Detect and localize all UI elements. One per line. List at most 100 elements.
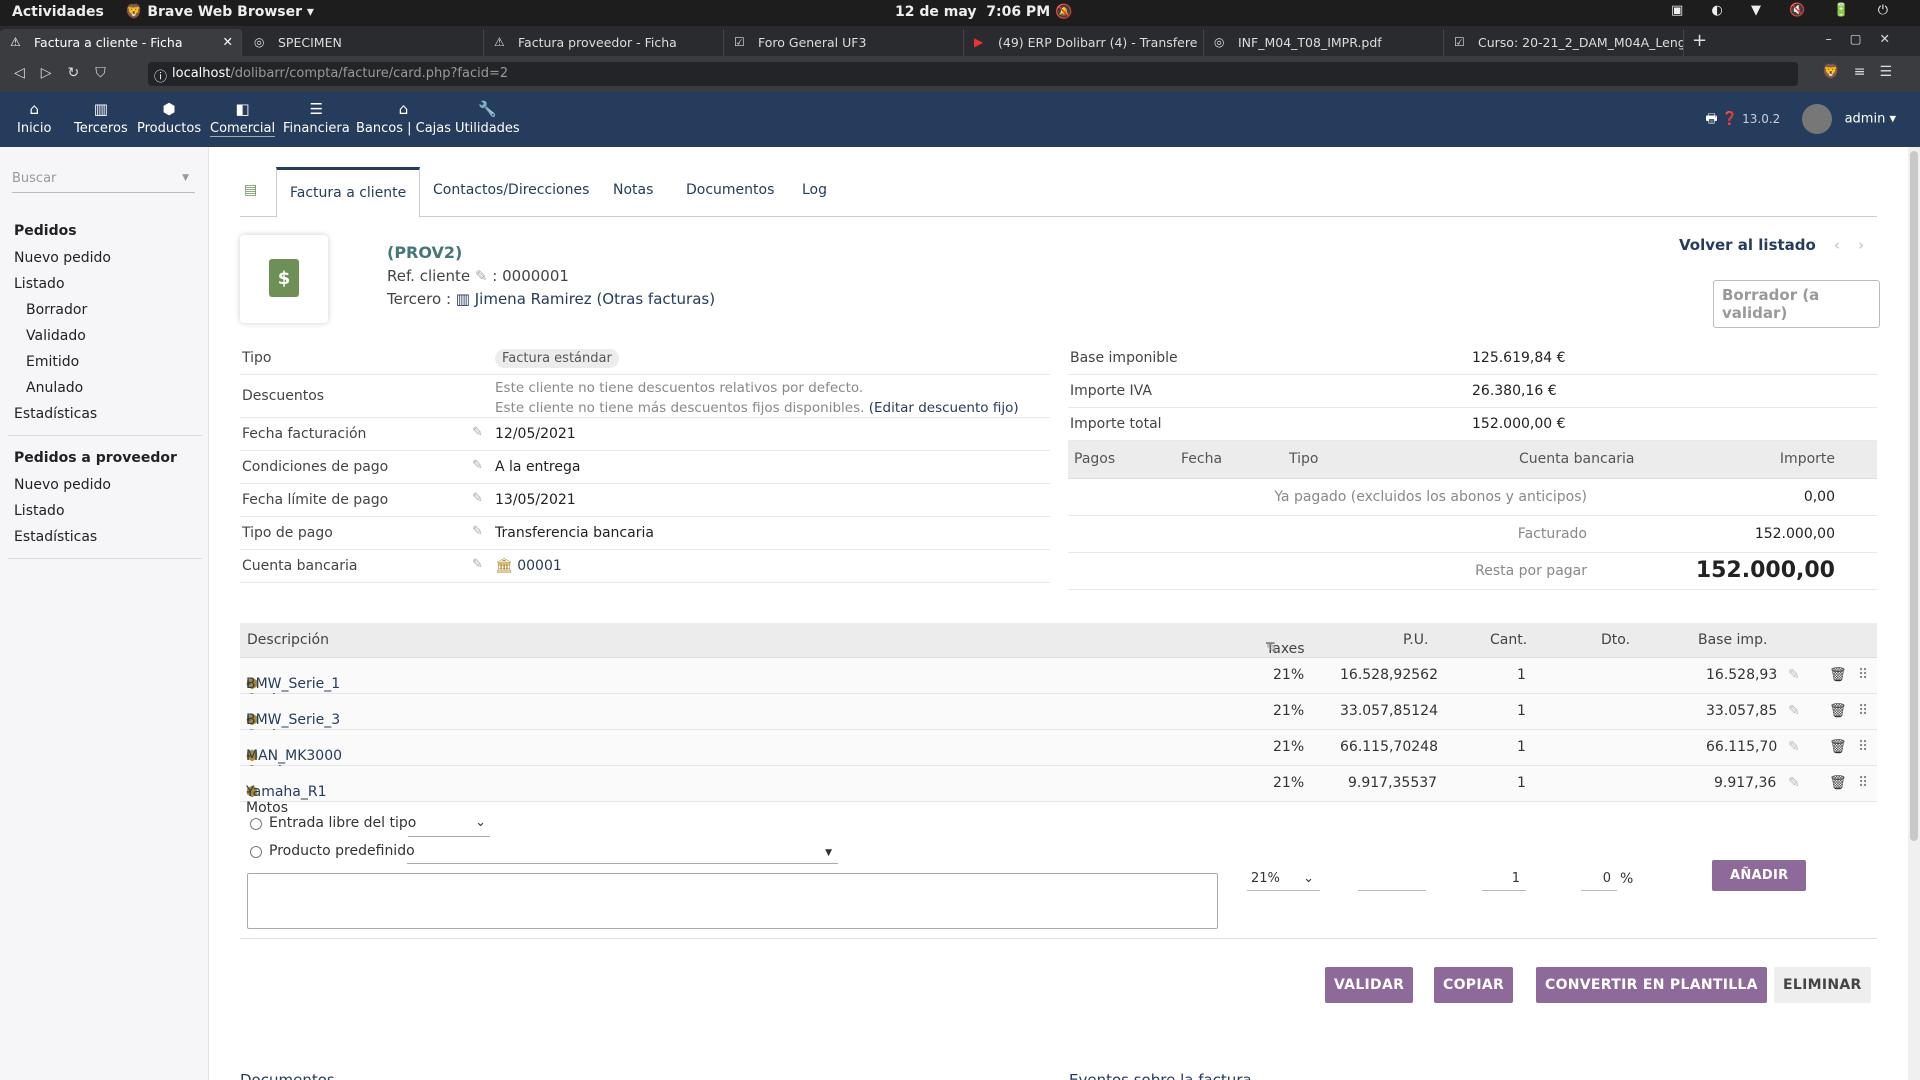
sidebar-item-anulado[interactable]: Anulado — [26, 380, 83, 396]
url-field[interactable]: ⓘ localhost/dolibarr/compta/facture/card… — [148, 62, 1798, 86]
pencil-icon[interactable]: ✎ — [475, 267, 488, 285]
tab-notas[interactable]: Notas — [613, 182, 653, 198]
tab-contactos[interactable]: Contactos/Direcciones — [433, 182, 589, 198]
menu-terceros[interactable]: ▥ Terceros — [74, 100, 128, 136]
tab-factura[interactable]: Factura a cliente — [276, 167, 421, 218]
user-menu[interactable]: admin — [1845, 112, 1886, 127]
pu-input[interactable] — [1358, 867, 1426, 891]
menu-utilidades[interactable]: 🔧 Utilidades — [455, 100, 520, 136]
browser-toolbar-icons[interactable]: 🦁≡☰ — [1822, 64, 1906, 80]
sidebar-item-estadisticas[interactable]: Estadísticas — [14, 406, 97, 422]
sidebar-heading-pedidos-proveedor[interactable]: Pedidos a proveedor — [14, 450, 177, 466]
pencil-icon[interactable]: ✎ — [1788, 703, 1800, 719]
drag-handle-icon[interactable]: ⠿ — [1858, 667, 1868, 683]
field-label: Tipo — [242, 350, 272, 366]
line-pu: 66.115,70248 — [1340, 739, 1438, 755]
browser-tab[interactable]: ◎ INF_M04_T08_IMPR.pdf — [1204, 29, 1444, 56]
sidebar-item-validado[interactable]: Validado — [26, 328, 86, 344]
sidebar-heading-pedidos[interactable]: Pedidos — [14, 223, 77, 239]
browser-tab[interactable]: ⚠ Factura a cliente - Ficha ✕ — [0, 29, 242, 56]
menu-financiera[interactable]: ☰ Financiera — [283, 100, 350, 136]
page-scrollbar[interactable] — [1908, 147, 1920, 1080]
activities-button[interactable]: Actividades — [12, 4, 104, 20]
help-icon[interactable]: ❓ — [1722, 112, 1738, 127]
volver-link[interactable]: Volver al listado — [1679, 236, 1816, 254]
info-icon[interactable]: ⓘ — [154, 66, 167, 85]
window-controls[interactable]: –▢✕ — [1825, 31, 1908, 46]
tercero-link[interactable]: Jimena Ramirez — [475, 290, 592, 308]
chevron-right-icon[interactable]: › — [1858, 236, 1864, 254]
browser-tab[interactable]: ▶ (49) ERP Dolibarr (4) - Transfere — [964, 29, 1204, 56]
building-icon: ▥ — [455, 290, 470, 308]
cuenta-link[interactable]: 00001 — [517, 558, 562, 574]
pencil-icon[interactable]: ✎ — [472, 425, 483, 440]
nav-buttons[interactable]: ◁▷↻⛉ — [14, 65, 122, 81]
browser-tab[interactable]: ⚠ Factura proveedor - Ficha — [484, 29, 724, 56]
close-icon[interactable]: ✕ — [223, 34, 233, 49]
sidebar-item-borrador[interactable]: Borrador — [26, 302, 87, 318]
avatar[interactable] — [1802, 104, 1833, 134]
free-entry-radio[interactable] — [250, 818, 262, 830]
eventos-section-title[interactable]: Eventos sobre la factura — [1069, 1071, 1252, 1080]
discount-input[interactable]: 0 — [1581, 867, 1617, 891]
convertir-plantilla-button[interactable]: CONVERTIR EN PLANTILLA — [1536, 967, 1767, 1003]
pencil-icon[interactable]: ✎ — [1788, 775, 1800, 791]
pencil-icon[interactable]: ✎ — [472, 458, 483, 473]
menu-comercial[interactable]: ◧ Comercial — [210, 100, 276, 137]
documentos-section-title[interactable]: Documentos — [240, 1071, 335, 1080]
trash-icon[interactable]: 🗑 — [1829, 739, 1847, 755]
sidebar-item-nuevo-pedido[interactable]: Nuevo pedido — [14, 477, 111, 493]
menu-productos[interactable]: ⬢ Productos — [137, 100, 201, 136]
menu-inicio[interactable]: ⌂ Inicio — [17, 100, 51, 136]
add-line-button[interactable]: AÑADIR — [1712, 860, 1807, 891]
validar-button[interactable]: VALIDAR — [1325, 967, 1414, 1003]
tab-log[interactable]: Log — [802, 182, 827, 198]
ref-cliente-value: : 0000001 — [492, 267, 569, 285]
drag-handle-icon[interactable]: ⠿ — [1858, 775, 1868, 791]
app-menu[interactable]: 🦁 Brave Web Browser ▾ — [125, 4, 314, 20]
pencil-icon[interactable]: ✎ — [472, 557, 483, 572]
menu-bancos[interactable]: ⌂ Bancos | Cajas — [356, 100, 451, 136]
sidebar-item-estadisticas[interactable]: Estadísticas — [14, 529, 97, 545]
search-select[interactable]: Buscar ▼ — [12, 171, 195, 193]
trash-icon[interactable]: 🗑 — [1829, 775, 1847, 791]
pencil-icon[interactable]: ✎ — [472, 524, 483, 539]
chevron-left-icon[interactable]: ‹ — [1834, 236, 1840, 254]
qty-input[interactable]: 1 — [1482, 867, 1526, 891]
copiar-button[interactable]: COPIAR — [1434, 967, 1514, 1003]
pencil-icon[interactable]: ✎ — [472, 491, 483, 506]
description-textarea[interactable] — [247, 873, 1218, 929]
system-tray[interactable]: ▣ ◐ ▼ 🔇 🔋 ⏻ — [1671, 3, 1900, 18]
invoice-icon[interactable]: ▤ — [244, 182, 257, 198]
tax-value: 21% — [1251, 871, 1280, 886]
product-select[interactable]: ▼ — [407, 842, 838, 864]
print-icon[interactable]: 🖶 — [1705, 112, 1717, 127]
pencil-icon[interactable]: ✎ — [1788, 667, 1800, 683]
line-qty: 1 — [1517, 667, 1526, 683]
tax-select[interactable]: 21% ⌄ — [1247, 867, 1320, 891]
sidebar-item-listado[interactable]: Listado — [14, 276, 65, 292]
editar-descuento-link[interactable]: (Editar descuento fijo) — [869, 400, 1019, 416]
otras-facturas-link[interactable]: (Otras facturas) — [596, 290, 715, 308]
scrollbar-thumb[interactable] — [1910, 151, 1918, 841]
pencil-icon[interactable]: ✎ — [1788, 739, 1800, 755]
drag-handle-icon[interactable]: ⠿ — [1858, 739, 1868, 755]
browser-tab[interactable]: ☑ Foro General UF3 — [724, 29, 964, 56]
browser-tab[interactable]: ◎ SPECIMEN — [244, 29, 484, 56]
sidebar-item-nuevo-pedido[interactable]: Nuevo pedido — [14, 250, 111, 266]
sidebar-item-emitido[interactable]: Emitido — [26, 354, 79, 370]
tab-documentos[interactable]: Documentos — [686, 182, 774, 198]
clock[interactable]: 12 de may 7:06 PM 🔕 — [895, 4, 1072, 20]
type-select[interactable]: ⌄ — [408, 815, 490, 837]
new-tab-button[interactable]: + — [1692, 30, 1707, 51]
eliminar-button[interactable]: ELIMINAR — [1774, 967, 1871, 1003]
amount-value: 125.619,84 € — [1472, 350, 1566, 366]
trash-icon[interactable]: 🗑 — [1829, 667, 1847, 683]
pencil-icon[interactable]: ✎ — [1266, 641, 1278, 657]
predefined-radio[interactable] — [250, 846, 262, 858]
browser-tab[interactable]: ☑ Curso: 20-21_2_DAM_M04A_Lengua — [1444, 29, 1684, 56]
drag-handle-icon[interactable]: ⠿ — [1858, 703, 1868, 719]
sidebar-item-listado[interactable]: Listado — [14, 503, 65, 519]
trash-icon[interactable]: 🗑 — [1829, 703, 1847, 719]
suitcase-icon: ◧ — [235, 100, 250, 118]
